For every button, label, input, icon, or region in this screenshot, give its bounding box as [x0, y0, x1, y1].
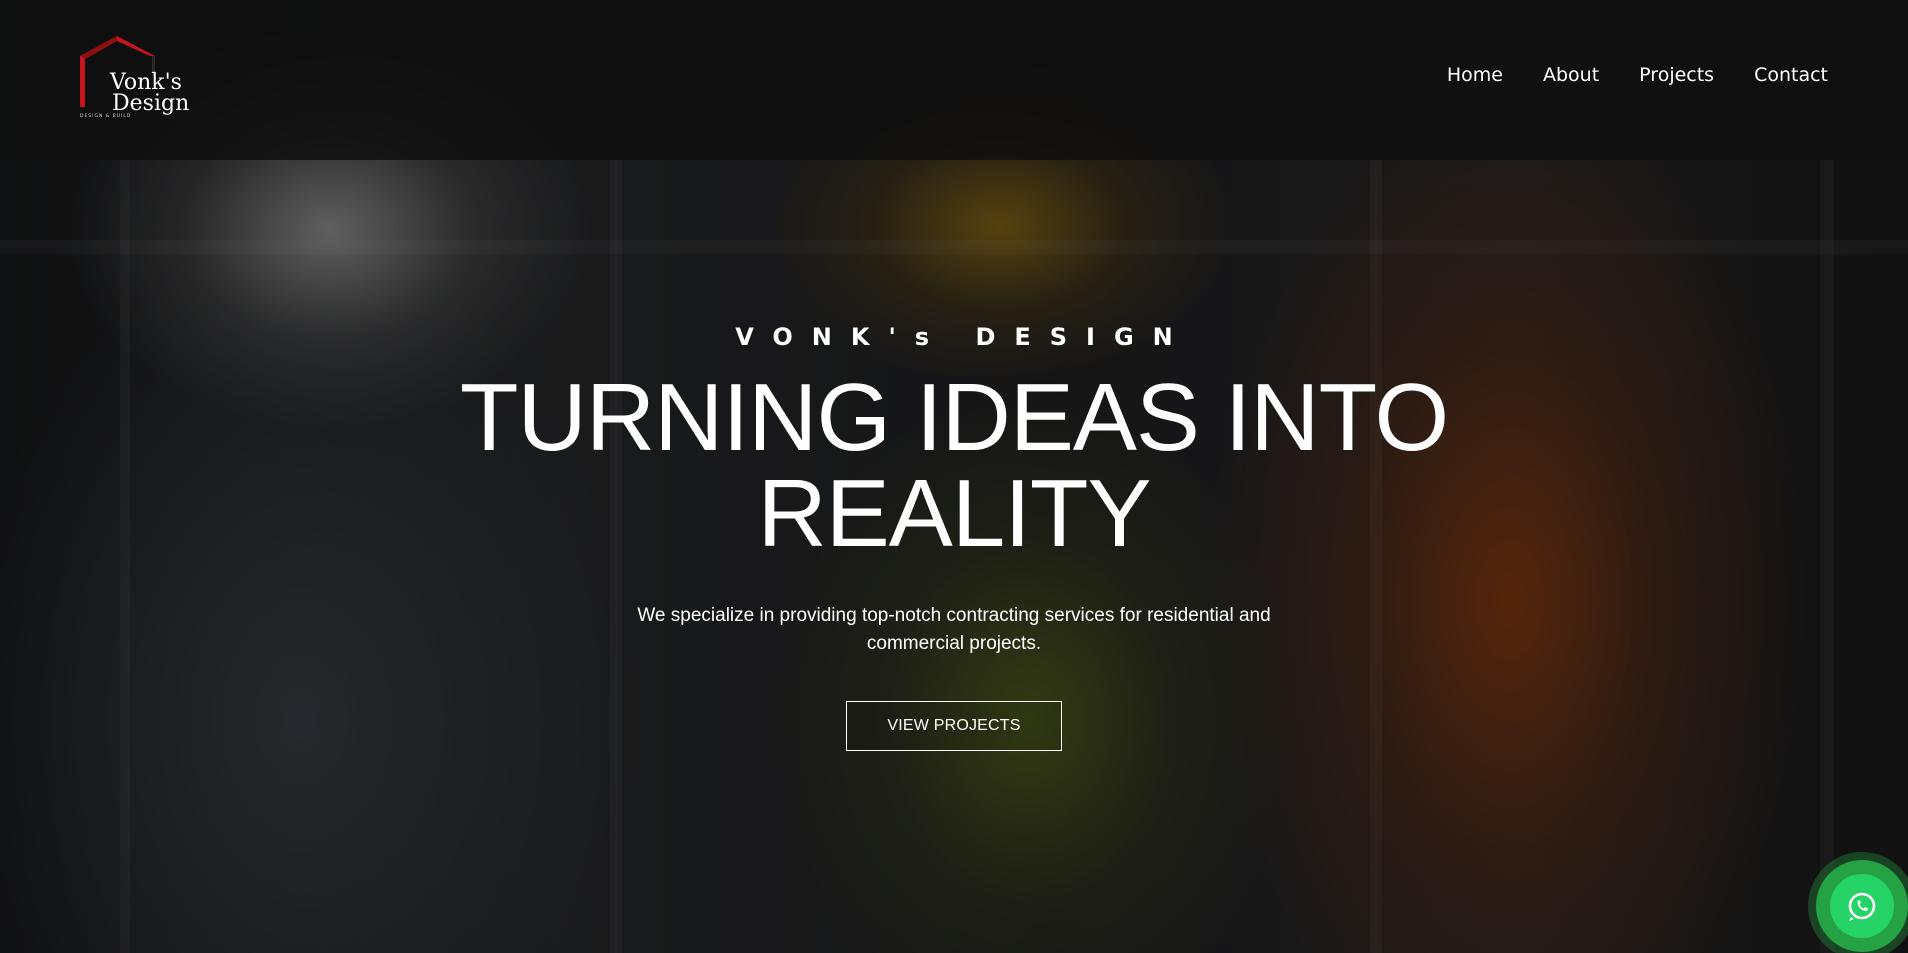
hero-headline: TURNING IDEAS INTO REALITY	[459, 364, 1449, 567]
view-projects-button[interactable]: VIEW PROJECTS	[846, 701, 1062, 751]
whatsapp-button[interactable]	[1816, 860, 1908, 952]
nav-about-link[interactable]: About	[1543, 64, 1599, 86]
nav-home-link[interactable]: Home	[1447, 64, 1503, 86]
brand-logo[interactable]: Vonk's Design DESIGN & BUILD	[80, 36, 190, 121]
hero-kicker: VONK's DESIGN	[735, 323, 1192, 351]
hero-section: Vonk's Design DESIGN & BUILD Home About …	[0, 0, 1908, 953]
hero-subtext: We specialize in providing top-notch con…	[637, 605, 1271, 654]
whatsapp-icon	[1848, 892, 1876, 921]
hero-content: VONK's DESIGN TURNING IDEAS INTO REALITY…	[0, 322, 1908, 751]
brand-tagline: DESIGN & BUILD	[80, 114, 132, 119]
brand-name-line2: Design	[112, 91, 190, 116]
nav-projects-link[interactable]: Projects	[1639, 64, 1714, 86]
site-header: Vonk's Design DESIGN & BUILD Home About …	[0, 0, 1908, 160]
main-nav: Home About Projects Contact	[1447, 64, 1828, 86]
brand-wordmark: Vonk's Design	[110, 72, 190, 116]
nav-contact-link[interactable]: Contact	[1754, 64, 1828, 86]
